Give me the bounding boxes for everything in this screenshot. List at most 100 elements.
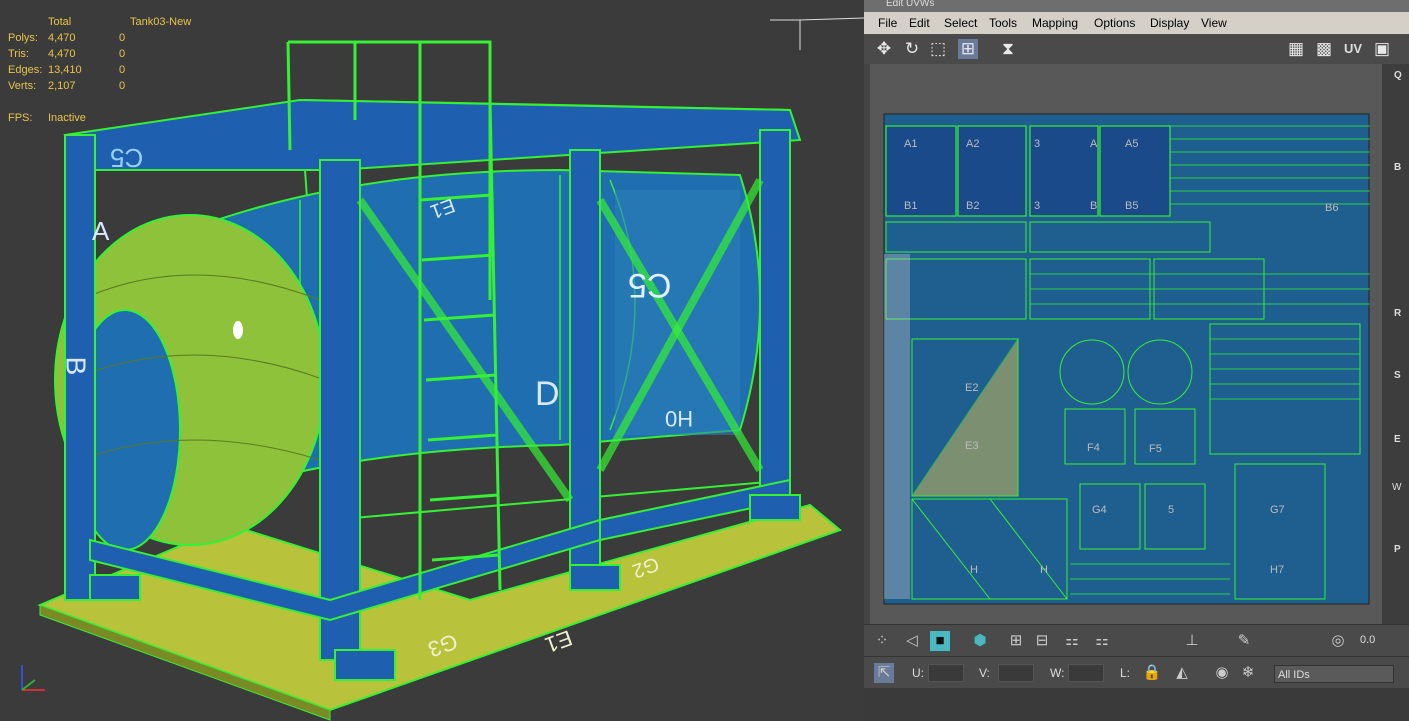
uv-label-e2: E2: [965, 382, 979, 394]
paint-select-icon[interactable]: ✎: [1234, 631, 1254, 651]
uv-label-g5: 5: [1168, 504, 1175, 516]
pin-icon[interactable]: ⊥: [1182, 631, 1202, 651]
uv-label-b1: B1: [904, 200, 918, 212]
window-title: Edit UVWs: [886, 0, 935, 9]
shrink-selection-icon[interactable]: ⊟: [1032, 631, 1052, 651]
w-spinner[interactable]: [1068, 664, 1104, 682]
zoom-region-icon[interactable]: ◎: [1328, 631, 1348, 651]
uv-label-a3: 3: [1034, 138, 1041, 150]
u-spinner[interactable]: [928, 664, 964, 682]
settings-icon[interactable]: ▣: [1372, 39, 1392, 59]
uv-label-b3: 3: [1034, 200, 1041, 212]
uv-label-b2: B2: [966, 200, 980, 212]
uv-channel-button[interactable]: UV: [1344, 41, 1362, 56]
stats-polys-label: Polys:: [8, 32, 38, 44]
lock-icon[interactable]: 🔒: [1142, 663, 1162, 683]
uv-label-h7: H7: [1270, 564, 1285, 576]
stats-fps-label: FPS:: [8, 112, 33, 124]
rollout-s[interactable]: S: [1394, 370, 1401, 381]
grow-selection-icon[interactable]: ⊞: [1006, 631, 1026, 651]
menu-select[interactable]: Select: [944, 16, 977, 30]
stats-tris-sel: 0: [119, 48, 126, 60]
stats-edges-total: 13,410: [48, 64, 82, 76]
uv-coordinates-bar: ⇱ U: V: W: L: 🔒 ◭ ◉ ❄ All IDs: [864, 656, 1409, 689]
edge-select-icon[interactable]: ◁: [902, 631, 922, 651]
mirror-icon[interactable]: ⧗: [998, 39, 1018, 59]
loop-icon[interactable]: ⚏: [1092, 631, 1112, 651]
stats-header-object: Tank03-New: [130, 16, 192, 28]
l-label: L:: [1120, 666, 1131, 680]
stats-tris-total: 4,470: [48, 48, 76, 60]
zoom-value[interactable]: 0.0: [1360, 634, 1375, 646]
absolute-offset-icon[interactable]: ⇱: [874, 663, 894, 683]
stats-verts-total: 2,107: [48, 80, 76, 92]
rollout-e[interactable]: E: [1394, 434, 1401, 445]
uv-label-e3: E3: [965, 440, 979, 452]
uv-selection-toolbar: ⁘ ◁ ■ ⬢ ⊞ ⊟ ⚏ ⚏ ⊥ ✎ ◎ 0.0: [864, 624, 1409, 657]
menu-view[interactable]: View: [1201, 16, 1227, 30]
stats-polys-total: 4,470: [48, 32, 76, 44]
menu-edit[interactable]: Edit: [909, 16, 930, 30]
stats-fps-value: Inactive: [48, 112, 86, 124]
v-spinner[interactable]: [998, 664, 1034, 682]
rollout-p[interactable]: P: [1394, 544, 1401, 555]
v-label: V:: [979, 666, 990, 680]
move-icon[interactable]: ✥: [874, 39, 894, 59]
tank-label-a: A: [92, 216, 110, 246]
stats-tris-label: Tris:: [8, 48, 29, 60]
checker-pattern-icon[interactable]: ▦: [1286, 39, 1306, 59]
rollout-b[interactable]: B: [1394, 162, 1401, 173]
element-select-icon[interactable]: ⬢: [970, 631, 990, 651]
window-footer: [864, 688, 1409, 721]
freeform-icon[interactable]: ⊞: [958, 39, 978, 59]
uv-label-b6: B6: [1325, 202, 1339, 214]
rollout-quick-transform[interactable]: Q: [1394, 70, 1402, 81]
menu-bar: File Edit Select Tools Mapping Options D…: [864, 12, 1409, 35]
scale-icon[interactable]: ⬚: [928, 39, 948, 59]
menu-options[interactable]: Options: [1094, 16, 1135, 30]
freeze-icon[interactable]: ❄: [1238, 663, 1258, 683]
tank-model-render: [21, 17, 864, 721]
uv-label-f5: F5: [1149, 443, 1162, 455]
uv-label-a5: A5: [1125, 138, 1139, 150]
edit-uvws-window[interactable]: Edit UVWs File Edit Select Tools Mapping…: [864, 0, 1409, 721]
rollout-w-label: W: [1392, 482, 1402, 493]
uv-label-a1: A1: [904, 138, 918, 150]
menu-file[interactable]: File: [878, 16, 897, 30]
uv-label-b4: B: [1090, 200, 1098, 212]
tank-label-d: D: [535, 375, 560, 413]
tank-label-b: B: [60, 356, 92, 376]
rollout-r[interactable]: R: [1394, 308, 1401, 319]
material-id-dropdown[interactable]: All IDs: [1274, 665, 1394, 683]
stats-header-total: Total: [48, 16, 72, 28]
perspective-viewport[interactable]: C5 C5 A B D G2 G3 E1 H0 E1 Total Tank03-…: [0, 0, 864, 721]
stats-verts-label: Verts:: [8, 80, 37, 92]
menu-tools[interactable]: Tools: [989, 16, 1017, 30]
vertex-select-icon[interactable]: ⁘: [872, 631, 892, 651]
w-label: W:: [1050, 666, 1065, 680]
u-label: U:: [912, 666, 924, 680]
rotate-icon[interactable]: ↻: [902, 39, 922, 59]
stats-polys-sel: 0: [119, 32, 126, 44]
menu-display[interactable]: Display: [1150, 16, 1189, 30]
menu-mapping[interactable]: Mapping: [1032, 16, 1078, 30]
stats-verts-sel: 0: [119, 80, 126, 92]
uv-label-g4: G4: [1092, 504, 1107, 516]
tank-label-c5-side: C5: [628, 266, 672, 304]
uv-label-f4: F4: [1087, 442, 1100, 454]
uv-toolbar: ✥ ↻ ⬚ ⊞ ⧗ ▦ ▩ UV ▣: [864, 34, 1409, 64]
filter-selected-icon[interactable]: ◭: [1172, 663, 1192, 683]
tank-label-c5-top: C5: [110, 143, 144, 173]
stats-edges-sel: 0: [119, 64, 126, 76]
window-titlebar[interactable]: Edit UVWs: [864, 0, 1409, 12]
uv-label-g7: G7: [1270, 504, 1285, 516]
face-select-icon[interactable]: ■: [930, 631, 950, 651]
stats-edges-label: Edges:: [8, 64, 43, 76]
uv-label-a2: A2: [966, 138, 980, 150]
uv-label-h-right: H: [1040, 564, 1048, 576]
texture-display-icon[interactable]: ▩: [1314, 39, 1334, 59]
ring-icon[interactable]: ⚏: [1062, 631, 1082, 651]
uv-label-a4: A: [1090, 138, 1098, 150]
hide-icon[interactable]: ◉: [1212, 663, 1232, 683]
uv-edit-canvas[interactable]: A1 A2 3 A A5 B1 B2 3 B B5 B6 E2 E3 F4 F5…: [870, 64, 1382, 624]
